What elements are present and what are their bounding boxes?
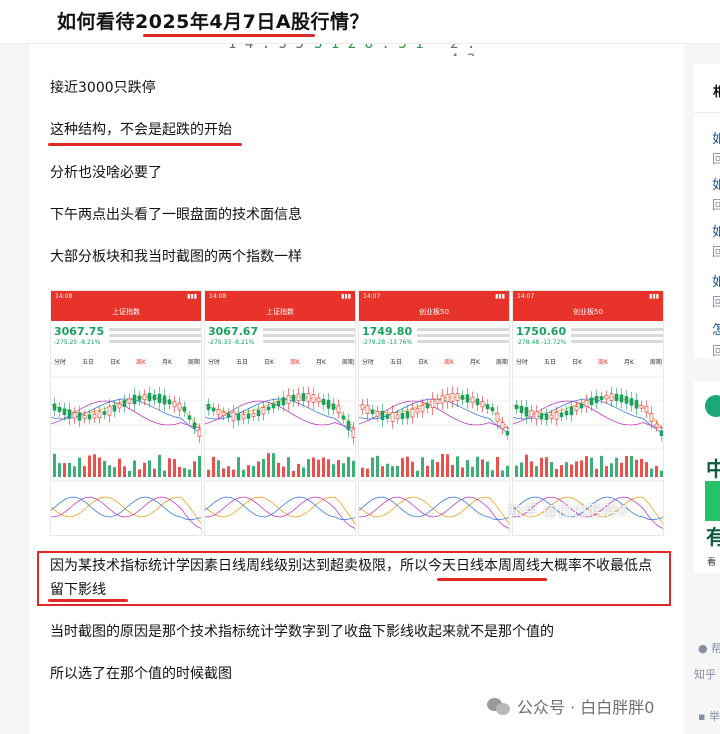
ad-text-1: 中 <box>706 457 720 481</box>
boxed-line-1-underline <box>437 578 547 581</box>
shot-period-tabs: 分时 五日 日K 周K 月K 周期 <box>208 359 354 366</box>
shot-price: 1749.80 <box>362 325 413 338</box>
ad-text-3: 有 <box>706 525 720 549</box>
ad-logo-icon <box>705 395 720 417</box>
help-link[interactable]: ● 帮 <box>698 640 720 656</box>
shot-time: 14:07 <box>517 293 535 300</box>
strip-value-3: 2 . 4 3 亿 <box>450 44 476 56</box>
sidebar-ad-card[interactable]: 中 有 看 <box>694 381 720 573</box>
sidebar-link-1[interactable]: 如 <box>712 128 720 147</box>
shot-change: -278.48 -13.72% <box>516 339 567 346</box>
sidebar-link-4[interactable]: 如 <box>712 271 720 290</box>
paragraph-2-underline <box>48 143 242 146</box>
wechat-icon <box>487 696 511 716</box>
report-link[interactable]: ▪ 举 <box>698 708 720 724</box>
shot-price: 3067.75 <box>54 325 105 338</box>
sidebar-link-5[interactable]: 怎 <box>712 319 720 338</box>
kline-chart <box>359 376 509 529</box>
related-questions-sidebar: 相 如 回 如 回 如 回 如 回 怎 回 <box>694 64 720 358</box>
sidebar-meta-3: 回 <box>712 245 720 259</box>
paragraph-7: 所以选了在那个值的时候截图 <box>50 666 232 682</box>
paragraph-3: 分析也没啥必要了 <box>50 165 162 181</box>
kline-chart <box>51 376 201 529</box>
shot-stats-block <box>417 325 509 351</box>
paragraph-6: 当时截图的原因是那个技术指标统计学数字到了收盘下影线收起来就不是那个值的 <box>50 624 554 640</box>
boxed-line-2-underline <box>48 599 128 602</box>
paragraph-2: 这种结构，不会是起跌的开始 <box>50 122 232 138</box>
zhihu-footer-link[interactable]: 知乎 <box>694 666 716 682</box>
shot-stats-block <box>263 325 355 351</box>
signal-icon: ▮▮▮ <box>649 293 659 300</box>
shot-index-name: 创业板50 <box>359 303 509 321</box>
shot-time: 14:08 <box>55 293 73 300</box>
image-watermark: 知乎 @白白胖胖0 <box>508 502 628 520</box>
screenshot-3[interactable]: 14:07 ▮▮▮ 创业板50 1749.80 -279.28 -13.76% 分… <box>358 290 510 536</box>
boxed-line-1: 因为某技术指标统计学因素日线周线级别达到超卖极限，所以今天日线本周周线大概率不收… <box>50 558 652 574</box>
shot-price: 1750.60 <box>516 325 567 338</box>
shot-time: 14:08 <box>209 293 227 300</box>
paragraph-5: 大部分板块和我当时截图的两个指数一样 <box>50 249 302 265</box>
shot-period-tabs: 分时 五日 日K 周K 月K 周期 <box>362 359 508 366</box>
strip-value-1: 1 4 . 5 5 <box>228 44 304 52</box>
shot-change: -275.33 -8.21% <box>208 339 255 346</box>
paragraph-1: 接近3000只跌停 <box>50 80 156 96</box>
help-icon: ● <box>698 642 708 655</box>
shot-change: -275.25 -8.21% <box>54 339 101 346</box>
question-title[interactable]: 如何看待2025年4月7日A股行情？ <box>57 7 369 34</box>
sidebar-divider <box>694 112 720 113</box>
question-header: 如何看待2025年4月7日A股行情？ <box>0 0 720 44</box>
sidebar-title: 相 <box>713 85 720 100</box>
paragraph-4: 下午两点出头看了一眼盘面的技术面信息 <box>50 207 302 223</box>
shot-period-tabs: 分时 五日 日K 周K 月K 周期 <box>54 359 200 366</box>
wechat-watermark: 公众号 · 白白胖胖0 <box>487 694 654 718</box>
signal-icon: ▮▮▮ <box>187 293 197 300</box>
title-highlight-underline <box>143 34 315 37</box>
ad-small-text: 看 <box>707 558 717 568</box>
strip-value-2: 3 1 2 8 . 3 1 <box>314 44 424 52</box>
sidebar-link-3[interactable]: 如 <box>712 221 720 240</box>
shot-price: 3067.67 <box>208 325 259 338</box>
ad-green-block <box>705 481 720 521</box>
signal-icon: ▮▮▮ <box>341 293 351 300</box>
shot-time: 14:07 <box>363 293 381 300</box>
shot-change: -279.28 -13.76% <box>362 339 413 346</box>
sidebar-meta-4: 回 <box>712 295 720 309</box>
sidebar-meta-2: 回 <box>712 198 720 212</box>
cropped-image-top-strip: 1 4 . 5 5 3 1 2 8 . 3 1 2 . 4 3 亿 <box>210 44 482 56</box>
shot-index-name: 上证指数 <box>51 303 201 321</box>
sidebar-link-2[interactable]: 如 <box>712 174 720 193</box>
screenshot-1[interactable]: 14:08 ▮▮▮ 上证指数 3067.75 -275.25 -8.21% 分时五… <box>50 290 202 536</box>
wechat-account-text: 公众号 · 白白胖胖0 <box>517 698 655 717</box>
shot-index-name: 创业板50 <box>513 303 663 321</box>
signal-icon: ▮▮▮ <box>495 293 505 300</box>
sidebar-meta-5: 回 <box>712 344 720 358</box>
boxed-line-2: 留下影线 <box>50 582 106 598</box>
shot-stats-block <box>571 325 663 351</box>
shot-stats-block <box>109 325 201 351</box>
sidebar-meta-1: 回 <box>712 152 720 166</box>
screenshot-2[interactable]: 14:08 ▮▮▮ 上证指数 3067.67 -275.33 -8.21% 分时五… <box>204 290 356 536</box>
shot-period-tabs: 分时 五日 日K 周K 月K 周期 <box>516 359 662 366</box>
kline-chart <box>205 376 355 529</box>
report-icon: ▪ <box>698 710 706 723</box>
shot-index-name: 上证指数 <box>205 303 355 321</box>
